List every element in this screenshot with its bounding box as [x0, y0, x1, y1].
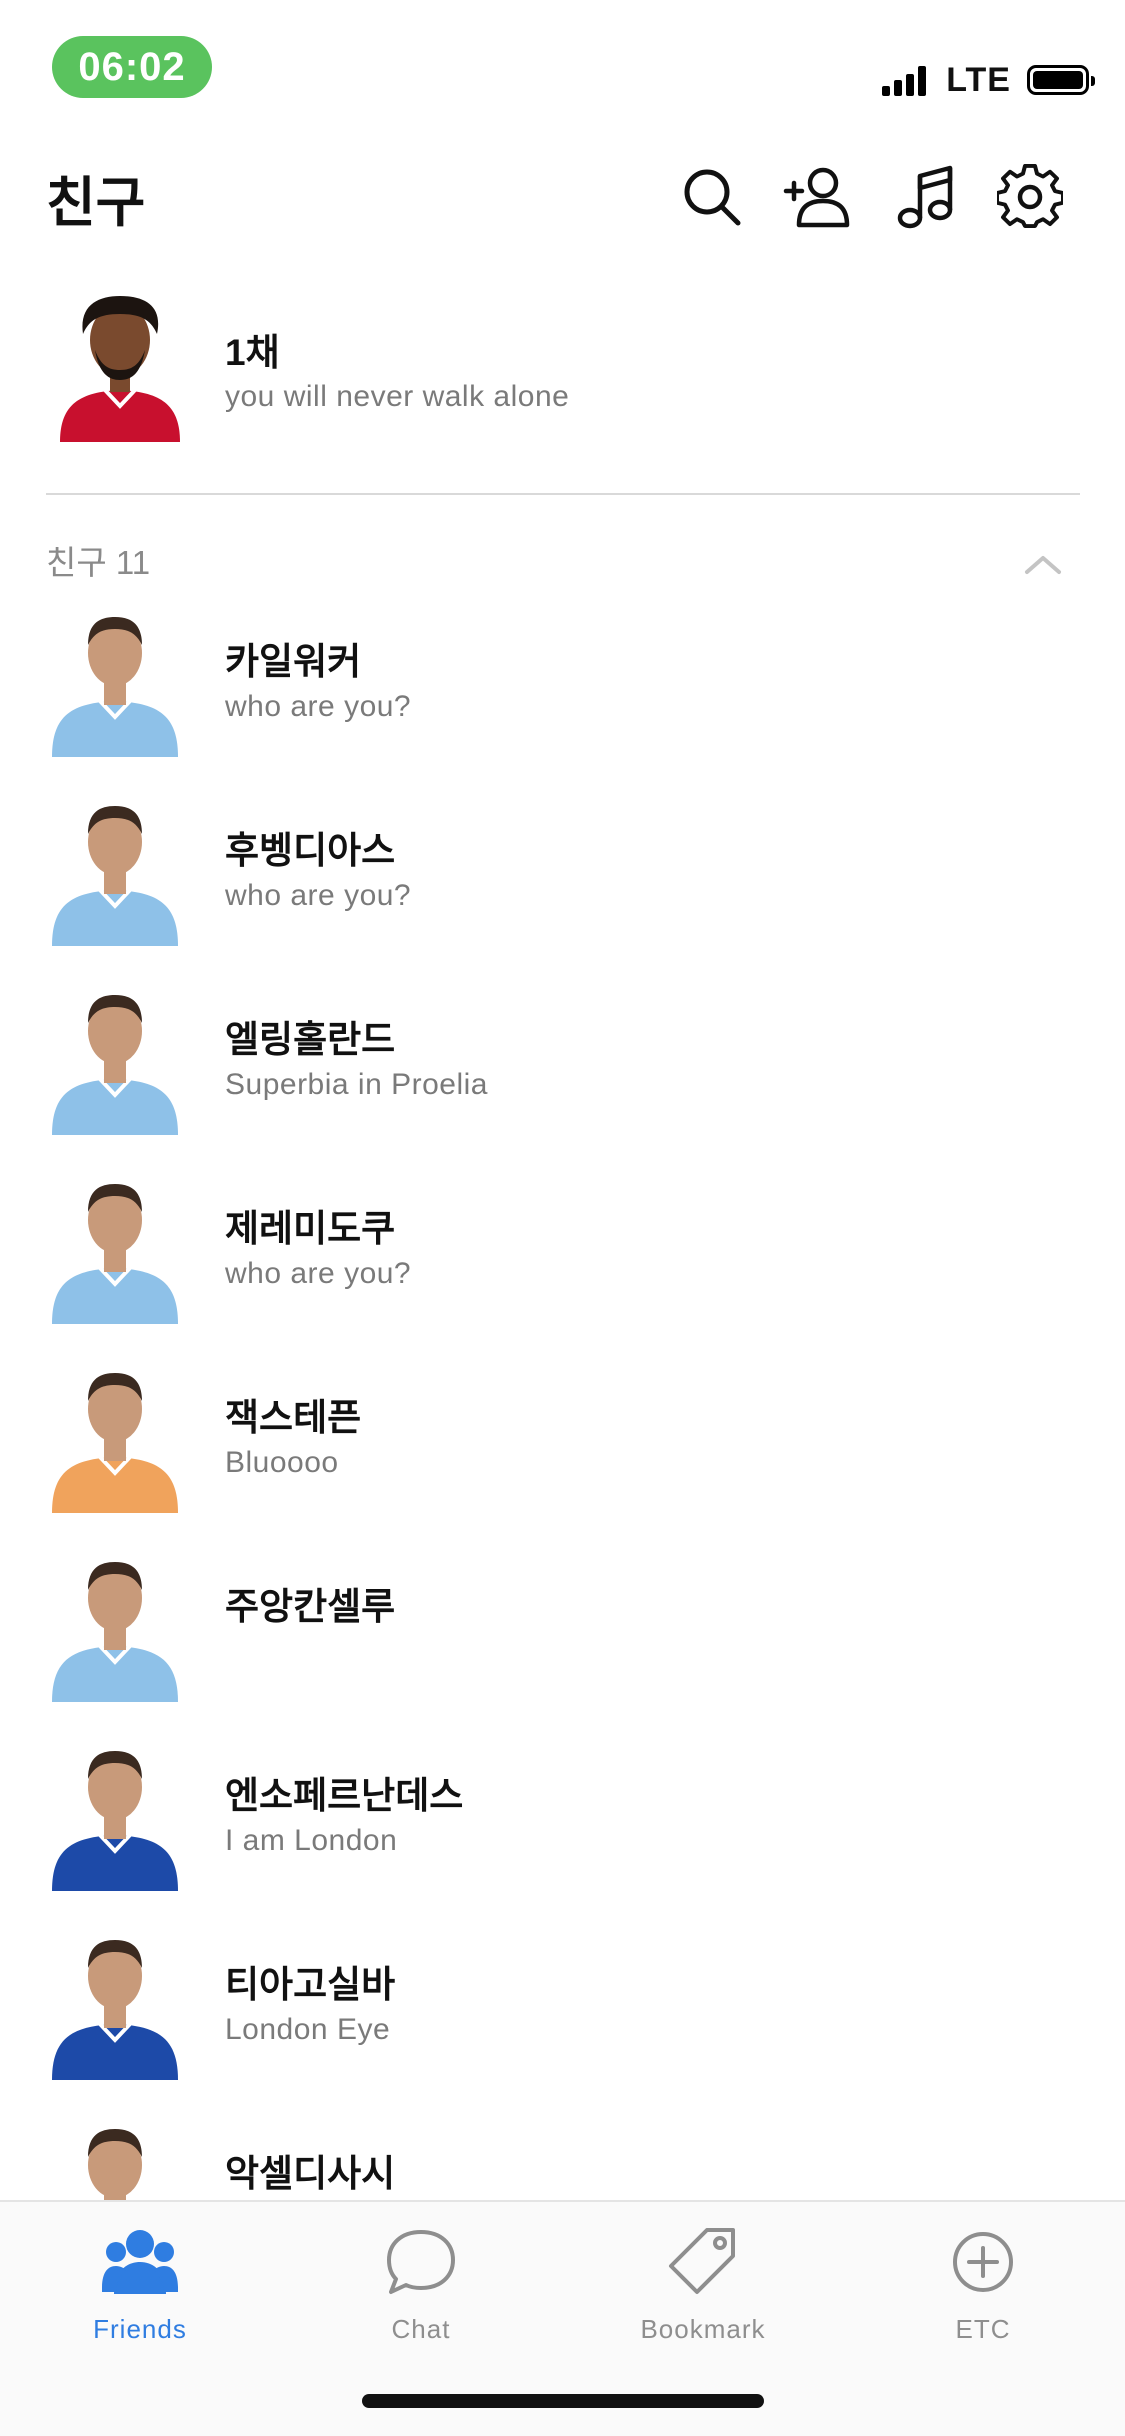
- header: 친구: [0, 140, 1125, 260]
- friend-name: 제레미도쿠: [225, 1208, 396, 1249]
- status-bar: 06:02 LTE: [0, 0, 1125, 130]
- status-time[interactable]: 06:02: [52, 36, 212, 98]
- people-icon: [102, 2230, 178, 2294]
- my-avatar[interactable]: [55, 292, 185, 442]
- friends-count-label: 친구 11: [46, 544, 151, 581]
- friend-row[interactable]: 잭스테픈 Bluoooo: [0, 1351, 1125, 1540]
- friend-status-message: Bluoooo: [225, 1446, 339, 1479]
- friend-row[interactable]: 엘링홀란드 Superbia in Proelia: [0, 973, 1125, 1162]
- network-label: LTE: [946, 60, 1011, 99]
- friend-avatar[interactable]: [50, 796, 180, 946]
- page-title: 친구: [46, 173, 146, 233]
- friend-avatar[interactable]: [50, 1741, 180, 1891]
- friend-status-message: I am London: [225, 1824, 398, 1857]
- friend-avatar[interactable]: [50, 1552, 180, 1702]
- friend-status-message: Superbia in Proelia: [225, 1068, 488, 1101]
- friend-status-message: who are you?: [225, 690, 412, 723]
- friend-name: 카일워커: [225, 641, 362, 682]
- friend-name: 악셀디사시: [225, 2153, 396, 2194]
- friend-row[interactable]: 티아고실바 London Eye: [0, 1918, 1125, 2107]
- friend-avatar[interactable]: [50, 607, 180, 757]
- chat-bubble-icon: [387, 2230, 455, 2294]
- tab-label-chat: Chat: [391, 2314, 451, 2344]
- tab-bookmark[interactable]: Bookmark: [603, 2222, 803, 2352]
- signal-icon: [882, 64, 930, 96]
- tab-etc[interactable]: ETC: [883, 2222, 1083, 2352]
- tab-label-etc: ETC: [955, 2314, 1011, 2344]
- friend-avatar[interactable]: [50, 2119, 180, 2200]
- tag-icon: [669, 2228, 735, 2294]
- friend-name: 후벵디아스: [225, 830, 396, 871]
- friend-row[interactable]: 엔소페르난데스 I am London: [0, 1729, 1125, 1918]
- tab-label-bookmark: Bookmark: [640, 2314, 766, 2344]
- friend-status-message: who are you?: [225, 1257, 412, 1290]
- friend-row[interactable]: 악셀디사시: [0, 2107, 1125, 2200]
- battery-icon: [1027, 65, 1095, 95]
- home-indicator[interactable]: [362, 2394, 764, 2408]
- settings-gear-icon[interactable]: [995, 162, 1065, 232]
- header-actions: [641, 162, 1065, 232]
- tab-label-friends: Friends: [93, 2314, 187, 2344]
- friend-row[interactable]: 카일워커 who are you?: [0, 595, 1125, 784]
- friend-row[interactable]: 후벵디아스 who are you?: [0, 784, 1125, 973]
- friend-name: 잭스테픈: [225, 1397, 362, 1438]
- friend-avatar[interactable]: [50, 1363, 180, 1513]
- friend-status-message: who are you?: [225, 879, 412, 912]
- friend-avatar[interactable]: [50, 1174, 180, 1324]
- search-icon[interactable]: [677, 162, 747, 232]
- friend-name: 티아고실바: [225, 1964, 396, 2005]
- tab-friends[interactable]: Friends: [40, 2222, 240, 2352]
- my-name: 1채: [225, 332, 280, 373]
- friend-list[interactable]: 카일워커 who are you? 후벵디아스 who are you? 엘링홀란드 Su…: [0, 595, 1125, 2200]
- friend-name: 주앙칸셀루: [225, 1586, 396, 1627]
- my-profile-row[interactable]: 1채 you will never walk alone: [0, 292, 1125, 462]
- status-indicators: LTE: [882, 60, 1095, 100]
- friends-section-header[interactable]: 친구 11: [0, 520, 1125, 590]
- friend-avatar[interactable]: [50, 1930, 180, 2080]
- friend-avatar[interactable]: [50, 985, 180, 1135]
- friend-row[interactable]: 제레미도쿠 who are you?: [0, 1162, 1125, 1351]
- plus-circle-icon: [953, 2232, 1013, 2292]
- chevron-up-icon[interactable]: [1021, 548, 1065, 578]
- divider: [46, 493, 1080, 495]
- my-status-message: you will never walk alone: [225, 380, 570, 413]
- friend-status-message: London Eye: [225, 2013, 391, 2046]
- add-friend-icon[interactable]: [783, 162, 853, 232]
- friend-row[interactable]: 주앙칸셀루: [0, 1540, 1125, 1729]
- friend-name: 엘링홀란드: [225, 1019, 396, 1060]
- music-icon[interactable]: [889, 162, 959, 232]
- friend-name: 엔소페르난데스: [225, 1775, 464, 1816]
- tab-chat[interactable]: Chat: [321, 2222, 521, 2352]
